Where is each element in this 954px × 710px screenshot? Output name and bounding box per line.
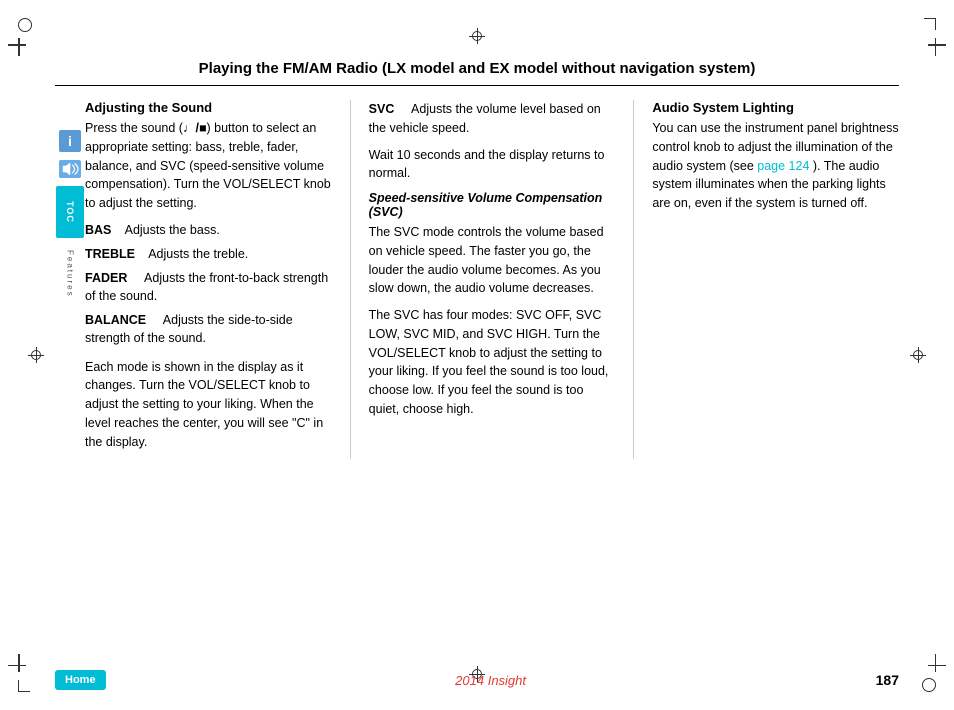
treble-term: TREBLE Adjusts the treble.: [85, 245, 332, 263]
left-column: Adjusting the Sound Press the sound (♩/■…: [85, 100, 351, 459]
reg-bar-left-top: [18, 38, 20, 56]
reg-bar-right-h-bottom: [928, 665, 946, 667]
fader-term: FADER Adjusts the front-to-back strength…: [85, 269, 332, 305]
svc-italic-heading: Speed-sensitive Volume Compensation (SVC…: [369, 191, 616, 219]
svc-term-line: SVC Adjusts the volume level based on th…: [369, 100, 616, 138]
corner-mark-bottom-left: [18, 674, 36, 692]
columns-container: Adjusting the Sound Press the sound (♩/■…: [85, 100, 899, 459]
home-button[interactable]: Home: [55, 670, 106, 690]
page-title: Playing the FM/AM Radio (LX model and EX…: [55, 60, 899, 86]
reg-bar-right-h-top: [928, 44, 946, 46]
reg-bar-right-top: [935, 38, 937, 56]
balance-term: BALANCE Adjusts the side-to-side strengt…: [85, 311, 332, 347]
reg-mark-top: [469, 28, 485, 44]
bas-term: BAS Adjusts the bass.: [85, 221, 332, 239]
reg-bar-left-h-bottom: [8, 665, 26, 667]
reg-mark-right: [910, 347, 926, 363]
middle-column: SVC Adjusts the volume level based on th…: [351, 100, 635, 459]
page-124-link[interactable]: page 124: [757, 159, 809, 173]
reg-bar-left-h-top: [8, 44, 26, 46]
svc-modes-text: The SVC has four modes: SVC OFF, SVC LOW…: [369, 306, 616, 419]
reg-bar-left-bottom: [18, 654, 20, 672]
right-column: Audio System Lighting You can use the in…: [634, 100, 899, 459]
main-content: Playing the FM/AM Radio (LX model and EX…: [55, 60, 899, 655]
mode-text: Each mode is shown in the display as it …: [85, 358, 332, 452]
page-number: 187: [876, 672, 899, 688]
corner-mark-top-left: [18, 18, 36, 36]
audio-lighting-body: You can use the instrument panel brightn…: [652, 119, 899, 213]
adjusting-sound-intro: Press the sound (♩/■) button to select a…: [85, 119, 332, 213]
bottom-bar: Home 2014 Insight 187: [55, 670, 899, 690]
reg-bar-right-bottom: [935, 654, 937, 672]
corner-mark-bottom-right: [918, 674, 936, 692]
audio-lighting-heading: Audio System Lighting: [652, 100, 899, 115]
corner-mark-top-right: [918, 18, 936, 36]
wait-text: Wait 10 seconds and the display returns …: [369, 146, 616, 184]
footer-title: 2014 Insight: [106, 673, 876, 688]
reg-mark-left: [28, 347, 44, 363]
adjusting-sound-heading: Adjusting the Sound: [85, 100, 332, 115]
svc-body: The SVC mode controls the volume based o…: [369, 223, 616, 298]
